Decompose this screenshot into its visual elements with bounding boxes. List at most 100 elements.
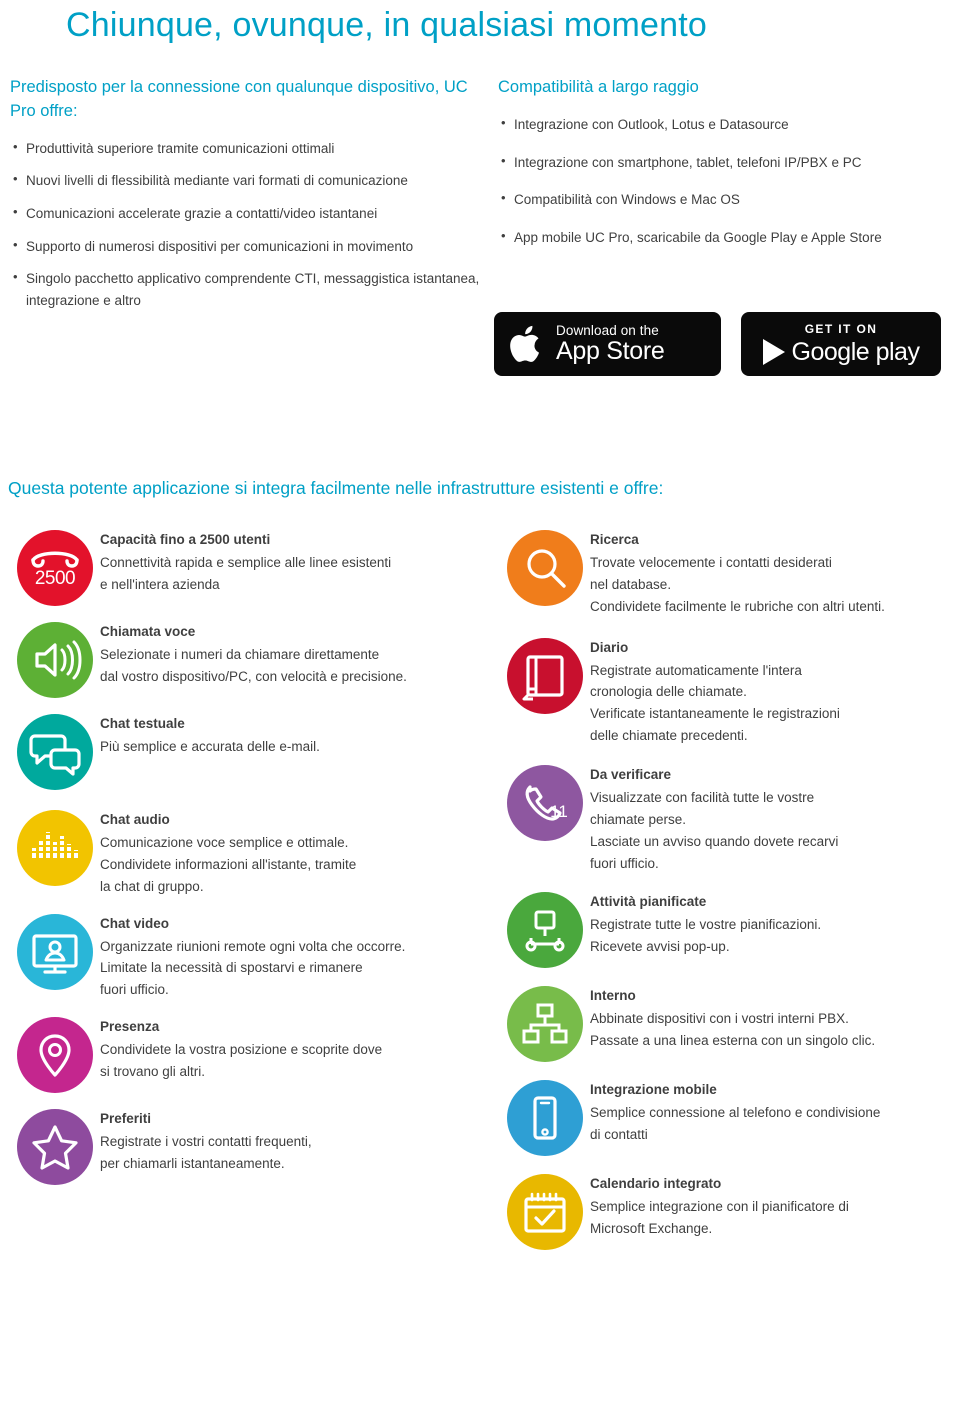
- feature-line: Microsoft Exchange.: [590, 1221, 713, 1237]
- feature-title: Presenza: [100, 1019, 160, 1035]
- feature-text: Diario Registrate automaticamente l'inte…: [590, 636, 955, 747]
- icon-slot: [10, 712, 100, 790]
- feature-desc: Abbinate dispositivi con i vostri intern…: [590, 1008, 955, 1052]
- feature-line: Abbinate dispositivi con i vostri intern…: [590, 1011, 849, 1027]
- feature-title: Chat audio: [100, 812, 170, 827]
- app-store-badge-text: Download on the App Store: [556, 323, 665, 364]
- icon-slot: [500, 636, 590, 714]
- feature-title: Chiamata voce: [100, 624, 196, 639]
- feature-line: Registrate tutte le vostre pianificazion…: [590, 917, 822, 933]
- list-item: 2500 Capacità fino a 2500 utenti Connett…: [10, 528, 480, 606]
- scheduled-activity-icon: [507, 892, 583, 969]
- search-magnifier-icon: [507, 530, 583, 606]
- feature-desc: Connettività rapida e semplice alle line…: [100, 552, 480, 596]
- feature-line: Condividete la vostra posizione e scopri…: [100, 1042, 383, 1058]
- apple-logo-icon: [508, 322, 546, 366]
- google-play-badge-big: Google play: [791, 337, 920, 366]
- intro-right-heading: Compatibilità a largo raggio: [498, 78, 699, 96]
- feature-title: Chat testuale: [100, 716, 185, 731]
- feature-line: Più semplice e accurata delle e-mail.: [100, 739, 320, 754]
- icon-slot: [10, 1015, 100, 1094]
- list-item: Chat audio Comunicazione voce semplice e…: [10, 808, 480, 898]
- svg-text:2500: 2500: [35, 568, 75, 589]
- feature-desc: Più semplice e accurata delle e-mail.: [100, 736, 480, 758]
- icon-slot: [500, 1078, 590, 1157]
- intro-right-column: Compatibilità a largo raggio Integrazion…: [498, 76, 958, 264]
- phone-2500-icon: 2500: [17, 530, 93, 606]
- feature-text: Ricerca Trovate velocemente i contatti d…: [590, 528, 955, 618]
- feature-text: Presenza Condividete la vostra posizione…: [100, 1015, 480, 1083]
- feature-title: Calendario integrato: [590, 1176, 722, 1192]
- list-item: Singolo pacchetto applicativo comprenden…: [10, 267, 480, 311]
- feature-text: Preferiti Registrate i vostri contatti f…: [100, 1107, 480, 1175]
- google-play-badge[interactable]: GET IT ON Google play: [741, 312, 941, 376]
- feature-line: Trovate velocemente i contatti desiderat…: [590, 555, 832, 570]
- feature-line: per chiamarli istantaneamente.: [100, 1156, 285, 1172]
- list-item: Attività pianificate Registrate tutte le…: [500, 890, 955, 969]
- icon-slot: [10, 912, 100, 990]
- icon-slot: [10, 1107, 100, 1186]
- star-favorites-icon: [17, 1109, 93, 1186]
- feature-line: Condividete informazioni all'istante, tr…: [100, 856, 357, 872]
- intro-left-heading: Predisposto per la connessione con qualu…: [10, 78, 468, 120]
- calendar-check-icon: [507, 1174, 583, 1251]
- feature-desc: Trovate velocemente i contatti desiderat…: [590, 552, 955, 618]
- location-pin-icon: [17, 1017, 93, 1094]
- list-item: App mobile UC Pro, scaricabile da Google…: [498, 226, 958, 249]
- feature-desc: Registrate tutte le vostre pianificazion…: [590, 914, 955, 958]
- list-item: Compatibilità con Windows e Mac OS: [498, 188, 958, 211]
- list-item: Chat video Organizzate riunioni remote o…: [10, 912, 480, 1002]
- feature-desc: Visualizzate con facilità tutte le vostr…: [590, 787, 955, 874]
- feature-title: Preferiti: [100, 1111, 152, 1127]
- feature-desc: Condividete la vostra posizione e scopri…: [100, 1039, 480, 1083]
- list-item: Calendario integrato Semplice integrazio…: [500, 1172, 955, 1251]
- feature-desc: Registrate i vostri contatti frequenti, …: [100, 1131, 480, 1175]
- features-left-column: 2500 Capacità fino a 2500 utenti Connett…: [10, 528, 480, 1191]
- list-item: Nuovi livelli di flessibilità mediante v…: [10, 169, 480, 192]
- intro-left-bullets: Produttività superiore tramite comunicaz…: [10, 137, 480, 312]
- intro-right-bullets: Integrazione con Outlook, Lotus e Dataso…: [498, 113, 958, 249]
- feature-line: Ricevete avvisi pop-up.: [590, 939, 730, 955]
- feature-line: Connettività rapida e semplice alle line…: [100, 555, 392, 570]
- icon-slot: [10, 620, 100, 698]
- feature-title: Interno: [590, 988, 636, 1004]
- feature-line: Semplice integrazione con il pianificato…: [590, 1199, 849, 1215]
- feature-line: Semplice connessione al telefono e condi…: [590, 1105, 881, 1121]
- feature-line: Passate a una linea esterna con un singo…: [590, 1033, 876, 1049]
- feature-title: Capacità fino a 2500 utenti: [100, 532, 271, 547]
- list-item: Presenza Condividete la vostra posizione…: [10, 1015, 480, 1094]
- feature-text: Interno Abbinate dispositivi con i vostr…: [590, 984, 955, 1052]
- feature-text: Chat video Organizzate riunioni remote o…: [100, 912, 480, 1002]
- list-item: Diario Registrate automaticamente l'inte…: [500, 636, 955, 747]
- feature-line: chiamate perse.: [590, 811, 687, 827]
- feature-line: Selezionate i numeri da chiamare diretta…: [100, 647, 380, 662]
- app-store-badge[interactable]: Download on the App Store: [494, 312, 721, 376]
- list-item: Integrazione con Outlook, Lotus e Dataso…: [498, 113, 958, 136]
- feature-text: Attività pianificate Registrate tutte le…: [590, 890, 955, 958]
- section-heading: Questa potente applicazione si integra f…: [8, 478, 664, 498]
- feature-text: Chat audio Comunicazione voce semplice e…: [100, 808, 480, 898]
- icon-slot: [500, 984, 590, 1063]
- feature-desc: Comunicazione voce semplice e ottimale. …: [100, 832, 480, 898]
- mobile-phone-icon: [507, 1080, 583, 1157]
- feature-line: nel database.: [590, 576, 672, 592]
- feature-text: Chiamata voce Selezionate i numeri da ch…: [100, 620, 480, 688]
- store-badges: Download on the App Store GET IT ON Goog…: [494, 312, 941, 376]
- feature-desc: Semplice integrazione con il pianificato…: [590, 1196, 955, 1240]
- list-item: Produttività superiore tramite comunicaz…: [10, 137, 480, 160]
- icon-slot: [500, 1172, 590, 1251]
- list-item: Preferiti Registrate i vostri contatti f…: [10, 1107, 480, 1186]
- missed-calls-icon: 11: [507, 765, 583, 842]
- page-title: Chiunque, ovunque, in qualsiasi momento: [66, 6, 707, 44]
- feature-desc: Selezionate i numeri da chiamare diretta…: [100, 644, 480, 688]
- feature-line: Lasciate un avviso quando dovete recarvi: [590, 833, 839, 849]
- feature-line: di contatti: [590, 1127, 648, 1143]
- speaker-voice-icon: [17, 622, 93, 698]
- feature-line: Visualizzate con facilità tutte le vostr…: [590, 790, 815, 806]
- feature-title: Ricerca: [590, 532, 639, 547]
- feature-title: Integrazione mobile: [590, 1082, 717, 1098]
- list-item: Chat testuale Più semplice e accurata de…: [10, 712, 480, 790]
- feature-text: Integrazione mobile Semplice connessione…: [590, 1078, 955, 1146]
- google-play-triangle-icon: [762, 339, 785, 365]
- feature-line: si trovano gli altri.: [100, 1064, 206, 1080]
